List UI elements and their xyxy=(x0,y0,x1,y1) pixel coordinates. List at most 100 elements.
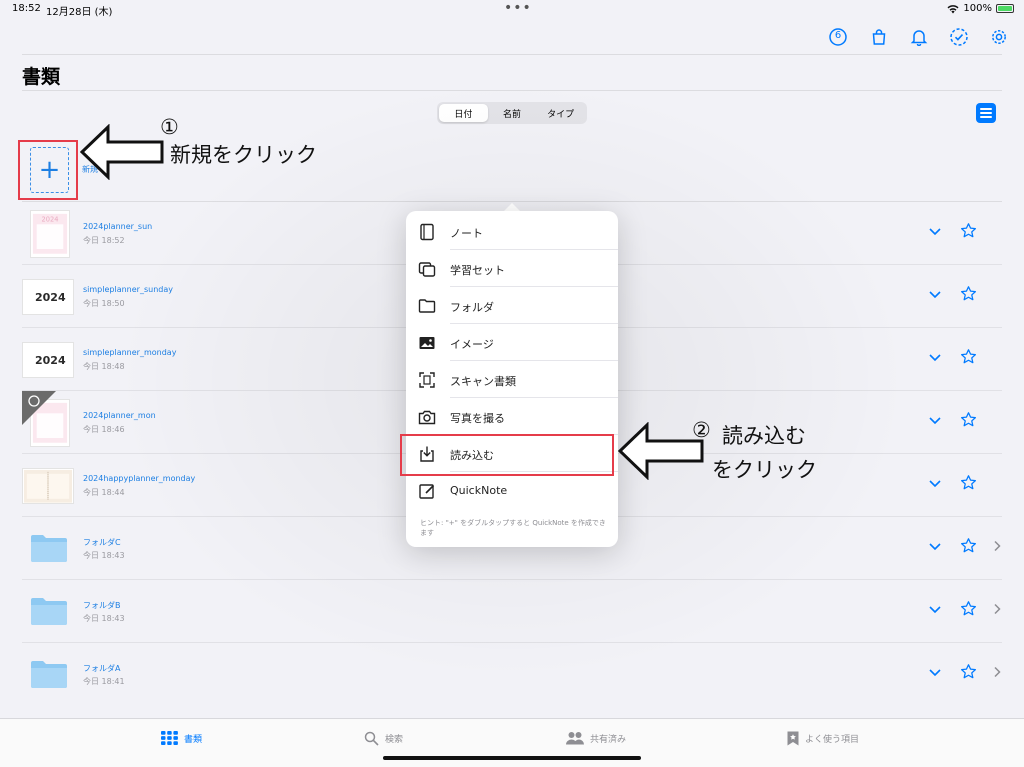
chevron-down-icon[interactable] xyxy=(928,602,942,616)
bell-icon[interactable] xyxy=(909,27,929,47)
document-name: simpleplanner_monday xyxy=(83,348,177,357)
tab-label: 書類 xyxy=(184,734,203,745)
star-icon[interactable] xyxy=(960,537,977,554)
document-date: 今日 18:43 xyxy=(83,551,125,560)
document-date: 今日 18:46 xyxy=(83,425,125,434)
multitasking-dots-icon[interactable]: ••• xyxy=(504,0,532,16)
left-arrow-annotation-1 xyxy=(80,124,164,180)
star-icon[interactable] xyxy=(960,474,977,491)
folder-icon xyxy=(31,535,67,562)
menu-hint-text: ヒント: "+" をダブルタップすると QuickNote を作成できます xyxy=(420,519,606,537)
people-icon xyxy=(566,732,584,745)
tab-label: 共有済み xyxy=(590,734,627,745)
menu-item-note[interactable]: ノート xyxy=(406,213,618,250)
status-date: 12月28日 (木) xyxy=(46,7,113,18)
chevron-down-icon[interactable] xyxy=(928,350,942,364)
star-icon[interactable] xyxy=(960,222,977,239)
folder-outline-icon xyxy=(418,299,436,313)
battery-icon xyxy=(996,4,1014,13)
document-cover-text: 2024 xyxy=(35,291,66,304)
shopping-bag-icon[interactable] xyxy=(869,27,889,47)
step1-text: 新規をクリック xyxy=(170,143,317,167)
menu-item-folder[interactable]: フォルダ xyxy=(406,287,618,324)
menu-item-scan[interactable]: スキャン書類 xyxy=(406,361,618,398)
document-date: 今日 18:43 xyxy=(83,614,125,623)
document-name: 2024planner_mon xyxy=(83,411,156,420)
title-divider xyxy=(22,90,1002,91)
tab-documents[interactable]: 書類 xyxy=(161,731,202,745)
list-view-icon[interactable] xyxy=(976,103,996,123)
status-right: 100% xyxy=(947,3,1014,14)
compose-icon xyxy=(419,484,435,499)
chevron-down-icon[interactable] xyxy=(928,665,942,679)
tab-search[interactable]: 検索 xyxy=(364,731,403,746)
chevron-down-icon[interactable] xyxy=(928,413,942,427)
step2-text-line1: 読み込む xyxy=(722,424,806,448)
document-thumbnail xyxy=(22,468,74,504)
document-name: フォルダA xyxy=(83,664,121,673)
quick-badge-icon[interactable]: 6 xyxy=(828,27,848,47)
menu-item-label: QuickNote xyxy=(450,484,508,497)
gear-icon[interactable] xyxy=(989,27,1009,47)
cards-icon xyxy=(418,262,436,277)
document-name: フォルダC xyxy=(83,538,121,547)
new-item-popover: ノート 学習セット フォルダ イメージ スキャン書類 写真を撮る 読み込む Qu… xyxy=(406,211,618,547)
tab-favorites[interactable]: よく使う項目 xyxy=(787,731,859,746)
document-name: simpleplanner_sunday xyxy=(83,285,173,294)
chevron-right-icon[interactable] xyxy=(992,540,1002,552)
folder-icon xyxy=(31,661,67,688)
step2-number: ② xyxy=(692,418,711,442)
document-thumbnail: 2024 xyxy=(22,342,74,378)
task-check-icon[interactable] xyxy=(949,27,969,47)
list-item[interactable]: フォルダB 今日 18:43 xyxy=(22,580,1002,643)
menu-item-take-photo[interactable]: 写真を撮る xyxy=(406,398,618,435)
star-icon[interactable] xyxy=(960,600,977,617)
document-name: 2024happyplanner_monday xyxy=(83,474,196,483)
chevron-right-icon[interactable] xyxy=(992,666,1002,678)
chevron-down-icon[interactable] xyxy=(928,287,942,301)
star-icon[interactable] xyxy=(960,285,977,302)
sort-tab-type[interactable]: タイプ xyxy=(536,104,585,122)
document-date: 今日 18:48 xyxy=(83,362,125,371)
new-document-button[interactable]: + xyxy=(30,147,69,193)
notebook-icon xyxy=(420,223,434,241)
import-highlight-box xyxy=(400,434,614,476)
document-name: 2024planner_sun xyxy=(83,222,153,231)
scan-document-icon xyxy=(419,372,435,388)
bookmark-star-icon xyxy=(787,731,799,746)
menu-item-label: 写真を撮る xyxy=(450,412,505,425)
menu-item-label: ノート xyxy=(450,227,483,240)
star-icon[interactable] xyxy=(960,348,977,365)
menu-item-quicknote[interactable]: QuickNote xyxy=(406,472,618,509)
menu-item-study-set[interactable]: 学習セット xyxy=(406,250,618,287)
tab-label: よく使う項目 xyxy=(805,735,860,745)
chevron-down-icon[interactable] xyxy=(928,539,942,553)
grid-icon xyxy=(161,731,178,745)
wifi-icon xyxy=(947,4,959,13)
sort-tab-date[interactable]: 日付 xyxy=(439,104,488,122)
chevron-right-icon[interactable] xyxy=(992,603,1002,615)
document-name: フォルダB xyxy=(83,601,121,610)
home-indicator xyxy=(383,756,641,760)
star-icon[interactable] xyxy=(960,663,977,680)
document-date: 今日 18:41 xyxy=(83,677,125,686)
document-date: 今日 18:50 xyxy=(83,299,125,308)
search-icon xyxy=(364,731,379,746)
document-date: 今日 18:44 xyxy=(83,488,125,497)
chevron-down-icon[interactable] xyxy=(928,476,942,490)
svg-text:2024: 2024 xyxy=(42,215,59,223)
menu-item-label: 学習セット xyxy=(450,264,505,277)
header-divider xyxy=(22,54,1002,55)
folder-icon xyxy=(31,598,67,625)
page-title: 書類 xyxy=(22,66,61,88)
badge-count: 6 xyxy=(834,30,842,41)
sort-tab-name[interactable]: 名前 xyxy=(488,104,537,122)
tab-shared[interactable]: 共有済み xyxy=(566,731,626,745)
chevron-down-icon[interactable] xyxy=(928,224,942,238)
document-thumbnail: 2024 xyxy=(22,279,74,315)
menu-item-image[interactable]: イメージ xyxy=(406,324,618,361)
list-item[interactable]: フォルダA 今日 18:41 xyxy=(22,643,1002,706)
star-icon[interactable] xyxy=(960,411,977,428)
document-cover-text: 2024 xyxy=(35,354,66,367)
camera-icon xyxy=(418,410,436,425)
